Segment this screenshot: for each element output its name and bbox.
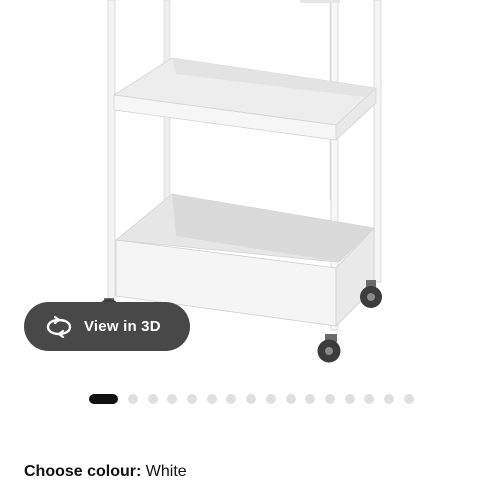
carousel-dot[interactable]: [89, 394, 118, 404]
carousel-dot[interactable]: [206, 394, 217, 404]
colour-value: White: [145, 463, 187, 480]
carousel-dot[interactable]: [246, 394, 257, 404]
colour-label: Choose colour:: [24, 463, 142, 480]
carousel-dot[interactable]: [383, 394, 394, 404]
carousel-dot[interactable]: [167, 394, 178, 404]
product-page: View in 3D Choose colour: White: [0, 0, 480, 480]
carousel-dot[interactable]: [285, 394, 296, 404]
carousel-dot[interactable]: [344, 394, 355, 404]
carousel-dot[interactable]: [226, 394, 237, 404]
carousel-dot[interactable]: [403, 394, 414, 404]
carousel-dot[interactable]: [324, 394, 335, 404]
carousel-dot[interactable]: [147, 394, 158, 404]
view-in-3d-label: View in 3D: [84, 318, 161, 335]
carousel-pagination: [89, 394, 423, 404]
carousel-dot[interactable]: [364, 394, 375, 404]
carousel-dot[interactable]: [128, 394, 138, 404]
colour-selector[interactable]: Choose colour: White: [24, 463, 187, 480]
carousel-dot[interactable]: [187, 394, 198, 404]
carousel-dot[interactable]: [265, 394, 276, 404]
view-in-3d-button[interactable]: View in 3D: [24, 302, 190, 351]
carousel-dot[interactable]: [305, 394, 316, 404]
rotate-360-icon: [46, 315, 72, 338]
